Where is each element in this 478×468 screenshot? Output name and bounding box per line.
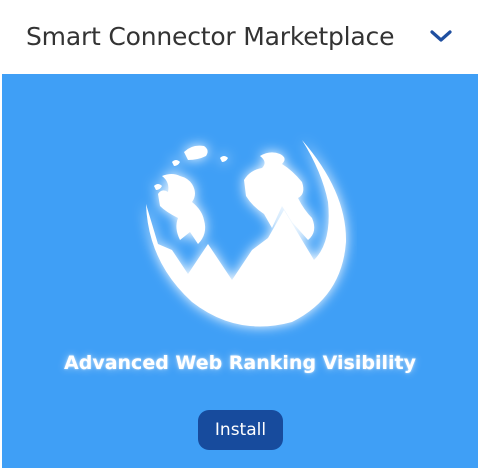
- chevron-down-icon[interactable]: [428, 24, 454, 48]
- connector-card: Advanced Web Ranking Visibility Install: [2, 74, 478, 468]
- connector-name: Advanced Web Ranking Visibility: [64, 352, 416, 374]
- page-title: Smart Connector Marketplace: [26, 22, 395, 51]
- page: Smart Connector Marketplace Advanced Web…: [0, 0, 478, 468]
- globe-mountains-logo: [146, 140, 347, 327]
- marketplace-dropdown-header[interactable]: Smart Connector Marketplace: [0, 0, 478, 73]
- install-button[interactable]: Install: [198, 410, 283, 450]
